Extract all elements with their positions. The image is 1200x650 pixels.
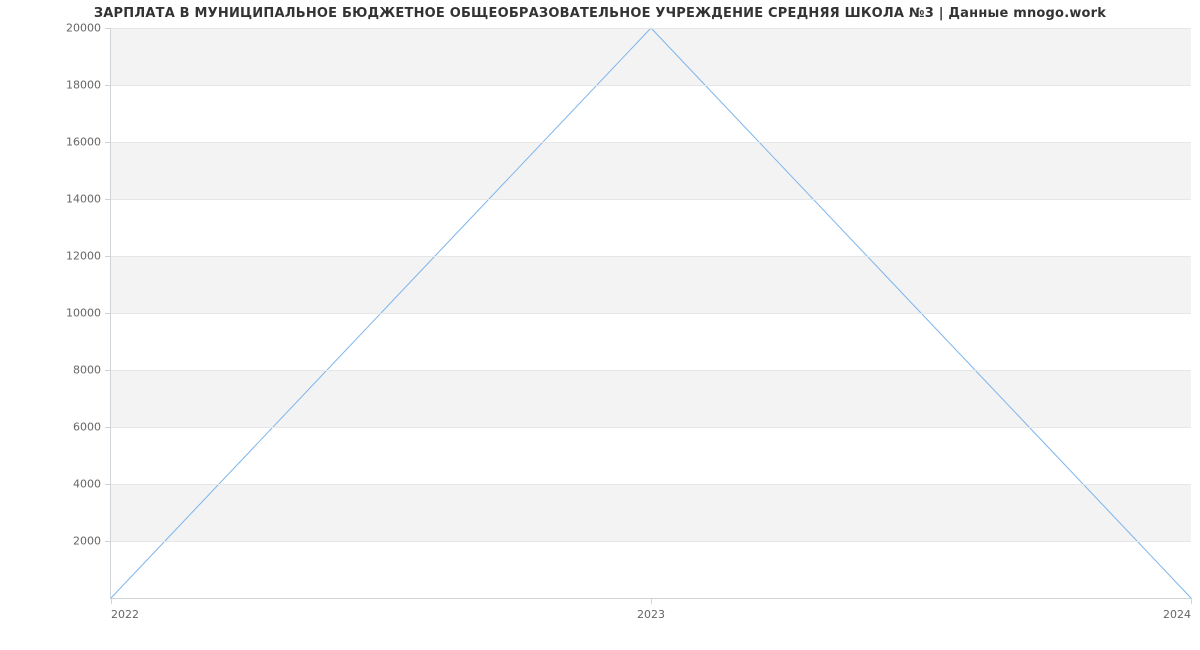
y-tick-label: 18000	[66, 79, 101, 92]
plot-area: 2000400060008000100001200014000160001800…	[110, 28, 1191, 599]
y-tick-label: 20000	[66, 22, 101, 35]
y-grid-line	[111, 142, 1191, 143]
y-tick	[105, 484, 111, 485]
y-grid-line	[111, 85, 1191, 86]
y-tick-label: 16000	[66, 136, 101, 149]
y-tick-label: 8000	[73, 364, 101, 377]
y-tick	[105, 541, 111, 542]
y-tick	[105, 142, 111, 143]
y-tick-label: 2000	[73, 535, 101, 548]
x-tick	[1191, 598, 1192, 604]
y-tick	[105, 313, 111, 314]
y-tick	[105, 85, 111, 86]
y-grid-line	[111, 541, 1191, 542]
y-grid-line	[111, 484, 1191, 485]
y-tick-label: 14000	[66, 193, 101, 206]
chart-title: ЗАРПЛАТА В МУНИЦИПАЛЬНОЕ БЮДЖЕТНОЕ ОБЩЕО…	[0, 6, 1200, 21]
y-tick	[105, 256, 111, 257]
y-tick-label: 6000	[73, 421, 101, 434]
y-tick	[105, 199, 111, 200]
y-grid-line	[111, 256, 1191, 257]
x-tick	[651, 598, 652, 604]
x-tick-label: 2022	[111, 608, 139, 621]
y-tick	[105, 370, 111, 371]
y-tick	[105, 427, 111, 428]
y-tick-label: 10000	[66, 307, 101, 320]
chart-container: ЗАРПЛАТА В МУНИЦИПАЛЬНОЕ БЮДЖЕТНОЕ ОБЩЕО…	[0, 0, 1200, 650]
x-tick-label: 2023	[637, 608, 665, 621]
y-tick	[105, 28, 111, 29]
y-tick-label: 12000	[66, 250, 101, 263]
y-tick-label: 4000	[73, 478, 101, 491]
x-tick-label: 2024	[1163, 608, 1191, 621]
y-grid-line	[111, 28, 1191, 29]
y-grid-line	[111, 427, 1191, 428]
y-grid-line	[111, 313, 1191, 314]
y-grid-line	[111, 370, 1191, 371]
y-grid-line	[111, 199, 1191, 200]
x-tick	[111, 598, 112, 604]
